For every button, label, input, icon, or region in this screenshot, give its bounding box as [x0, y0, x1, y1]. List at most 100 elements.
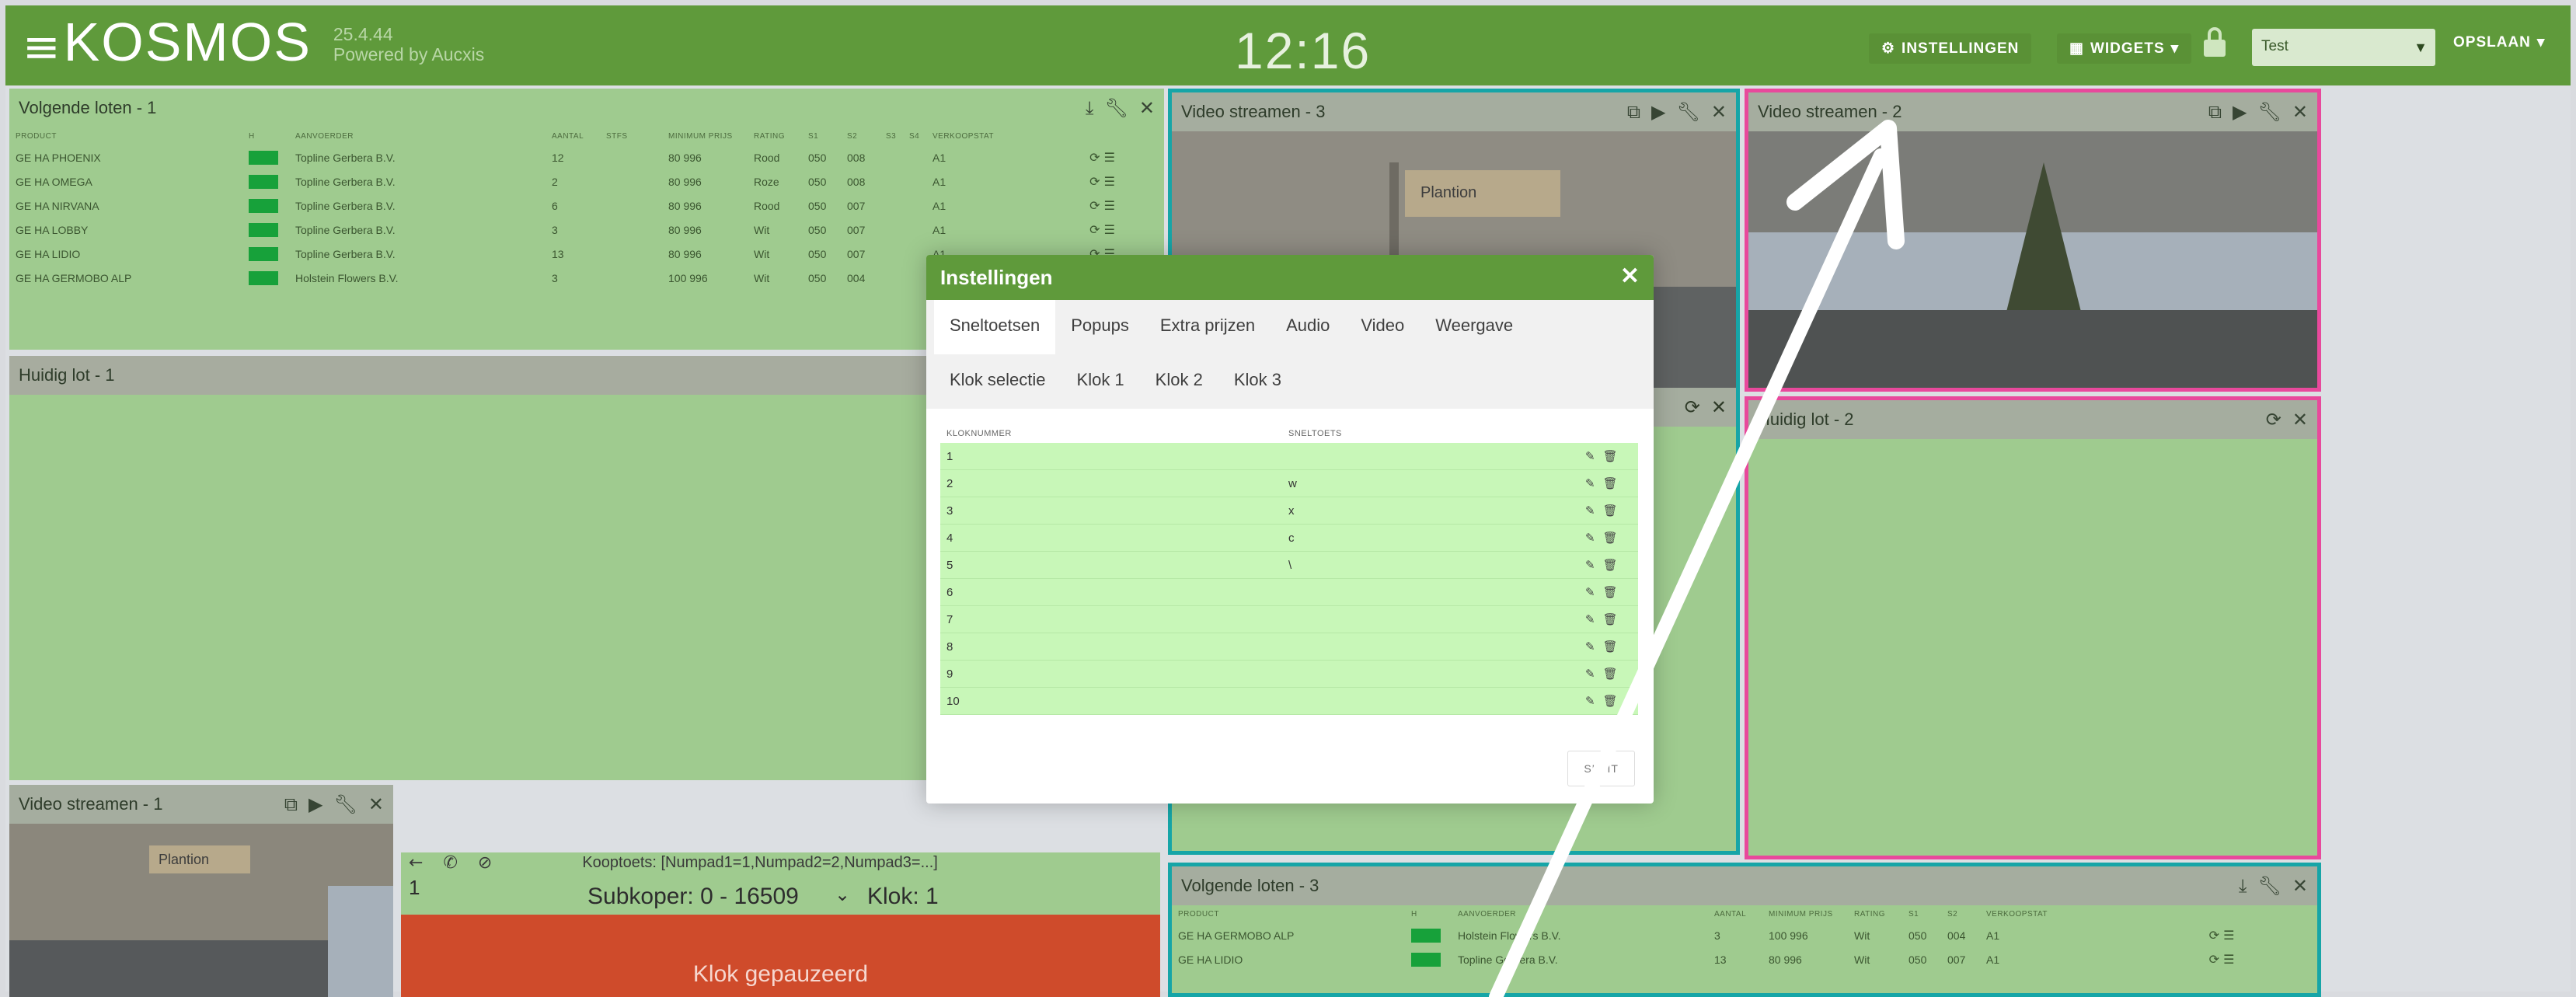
edit-icon[interactable]: ✎	[1585, 476, 1595, 490]
block-icon[interactable]: ⊘	[478, 853, 492, 873]
refresh-icon[interactable]: ⟳	[1685, 396, 1700, 418]
external-link-icon[interactable]: ⧉	[284, 793, 298, 815]
trash-icon[interactable]: 🗑︎	[1603, 531, 1618, 545]
close-icon[interactable]: ✕	[2292, 409, 2308, 431]
close-icon[interactable]: ✕	[368, 793, 384, 815]
cell-s4	[903, 218, 926, 242]
edit-icon[interactable]: ✎	[1585, 449, 1595, 463]
wrench-icon[interactable]: 🔧︎	[2257, 875, 2281, 897]
shortcut-row[interactable]: 1 ✎ 🗑︎	[940, 443, 1638, 470]
trash-icon[interactable]: 🗑︎	[1603, 476, 1618, 490]
external-link-icon[interactable]: ⧉	[1627, 101, 1640, 123]
wrench-icon[interactable]: 🔧︎	[2257, 101, 2281, 123]
trash-icon[interactable]: 🗑︎	[1603, 640, 1618, 654]
download-icon[interactable]: ⤓	[2239, 875, 2247, 897]
shortcut-row[interactable]: 9 ✎ 🗑︎	[940, 661, 1638, 688]
list-icon[interactable]: ☰	[2223, 952, 2234, 967]
edit-icon[interactable]: ✎	[1585, 558, 1595, 572]
wrench-icon[interactable]: 🔧︎	[1676, 101, 1699, 123]
trash-icon[interactable]: 🗑︎	[1603, 585, 1618, 599]
tab-sneltoetsen[interactable]: Sneltoetsen	[934, 300, 1056, 354]
trash-icon[interactable]: 🗑︎	[1603, 449, 1618, 463]
shortcut-row[interactable]: 2 w ✎ 🗑︎	[940, 470, 1638, 497]
save-button[interactable]: OPSLAAN ▾	[2453, 33, 2545, 51]
external-link-icon[interactable]: ⧉	[2208, 101, 2222, 123]
shortcut-row[interactable]: 4 c ✎ 🗑︎	[940, 525, 1638, 552]
back-icon[interactable]: ←	[409, 853, 423, 873]
tab-klok-1[interactable]: Klok 1	[1061, 354, 1140, 409]
table-row[interactable]: GE HA NIRVANA Topline Gerbera B.V. 6 80 996…	[9, 193, 1164, 218]
refresh-icon[interactable]: ⟳	[1089, 222, 1104, 237]
layout-select[interactable]: Test ▼	[2252, 29, 2435, 66]
refresh-icon[interactable]: ⟳	[2209, 952, 2224, 967]
close-icon[interactable]: ✕	[1711, 396, 1727, 418]
edit-icon[interactable]: ✎	[1585, 531, 1595, 545]
clock-display: 12:16	[1235, 22, 1372, 79]
refresh-icon[interactable]: ⟳	[1089, 150, 1104, 165]
chevron-down-icon[interactable]: ⌄	[835, 884, 850, 905]
close-button[interactable]: SLUIT	[1567, 751, 1635, 786]
refresh-icon[interactable]: ⟳	[2266, 409, 2281, 431]
edit-icon[interactable]: ✎	[1585, 612, 1595, 626]
edit-icon[interactable]: ✎	[1585, 504, 1595, 518]
list-icon[interactable]: ☰	[2223, 928, 2234, 943]
menu-icon[interactable]: ≡	[23, 24, 61, 69]
tab-klok-selectie[interactable]: Klok selectie	[934, 354, 1061, 409]
edit-icon[interactable]: ✎	[1585, 585, 1595, 599]
edit-icon[interactable]: ✎	[1585, 640, 1595, 654]
tab-weergave[interactable]: Weergave	[1420, 300, 1529, 354]
list-icon[interactable]: ☰	[1104, 198, 1115, 213]
trash-icon[interactable]: 🗑︎	[1603, 558, 1618, 572]
shortcut-row[interactable]: 5 \ ✎ 🗑︎	[940, 552, 1638, 579]
camera-icon[interactable]: ▶	[308, 793, 322, 815]
trash-icon[interactable]: 🗑︎	[1603, 504, 1618, 518]
modal-tabs: Sneltoetsen Popups Extra prijzen Audio Video…	[926, 300, 1654, 409]
list-icon[interactable]: ☰	[1104, 222, 1115, 237]
chevron-down-icon: ▾	[2536, 34, 2546, 51]
cell-product: GE HA PHOENIX	[16, 151, 101, 164]
close-icon[interactable]: ✕	[2292, 875, 2308, 897]
wrench-icon[interactable]: 🔧︎	[333, 793, 357, 815]
download-icon[interactable]: ⤓	[1086, 97, 1094, 119]
tab-audio[interactable]: Audio	[1271, 300, 1345, 354]
phone-icon[interactable]: ✆	[443, 853, 457, 873]
shortcut-row[interactable]: 8 ✎ 🗑︎	[940, 633, 1638, 661]
list-icon[interactable]: ☰	[1104, 150, 1115, 165]
widgets-button[interactable]: ▦ WIDGETS ▾	[2057, 33, 2192, 64]
shortcut-row[interactable]: 6 ✎ 🗑︎	[940, 579, 1638, 606]
shortcut-row[interactable]: 10 ✎ 🗑︎	[940, 688, 1638, 715]
video-feed-1[interactable]: Plantion	[9, 824, 393, 997]
close-icon[interactable]: ✕	[2292, 101, 2308, 123]
tab-video[interactable]: Video	[1345, 300, 1420, 354]
wrench-icon[interactable]: 🔧︎	[1104, 97, 1128, 119]
trash-icon[interactable]: 🗑︎	[1603, 694, 1618, 708]
table-row[interactable]: GE HA PHOENIX Topline Gerbera B.V. 12 80 99…	[9, 145, 1164, 169]
table-row[interactable]: GE HA OMEGA Topline Gerbera B.V. 2 80 996 Ro…	[9, 169, 1164, 193]
video-feed-2[interactable]	[1748, 131, 2317, 388]
settings-button[interactable]: ⚙ INSTELLINGEN	[1869, 33, 2032, 64]
table-row[interactable]: GE HA GERMOBO ALP Holstein Flowers B.V. 3 1…	[1172, 923, 2317, 947]
refresh-icon[interactable]: ⟳	[1089, 198, 1104, 213]
close-icon[interactable]: ✕	[1139, 97, 1155, 119]
camera-icon[interactable]: ▶	[1651, 101, 1665, 123]
edit-icon[interactable]: ✎	[1585, 694, 1595, 708]
lock-icon[interactable]	[2204, 27, 2226, 57]
tab-klok-3[interactable]: Klok 3	[1218, 354, 1297, 409]
edit-icon[interactable]: ✎	[1585, 667, 1595, 681]
app-logo: KOSMOS	[63, 12, 312, 72]
camera-icon[interactable]: ▶	[2233, 101, 2247, 123]
close-icon[interactable]: ✕	[1711, 101, 1727, 123]
tab-klok-2[interactable]: Klok 2	[1140, 354, 1218, 409]
trash-icon[interactable]: 🗑︎	[1603, 667, 1618, 681]
tab-popups[interactable]: Popups	[1055, 300, 1145, 354]
close-icon[interactable]: ✕	[1620, 263, 1640, 290]
trash-icon[interactable]: 🗑︎	[1603, 612, 1618, 626]
list-icon[interactable]: ☰	[1104, 174, 1115, 189]
table-row[interactable]: GE HA LIDIO Topline Gerbera B.V. 13 80 996 W…	[1172, 947, 2317, 971]
shortcut-row[interactable]: 7 ✎ 🗑︎	[940, 606, 1638, 633]
table-row[interactable]: GE HA LOBBY Topline Gerbera B.V. 3 80 996 Wi…	[9, 218, 1164, 242]
refresh-icon[interactable]: ⟳	[2209, 928, 2224, 943]
shortcut-row[interactable]: 3 x ✎ 🗑︎	[940, 497, 1638, 525]
tab-extra-prijzen[interactable]: Extra prijzen	[1145, 300, 1271, 354]
refresh-icon[interactable]: ⟳	[1089, 174, 1104, 189]
